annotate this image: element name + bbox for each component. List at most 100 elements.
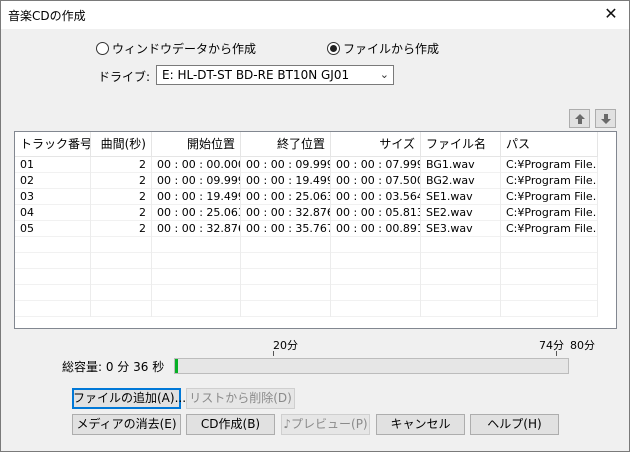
close-icon[interactable]: ✕ bbox=[601, 4, 621, 24]
cancel-button[interactable]: キャンセル bbox=[376, 414, 465, 435]
cell-start-position bbox=[152, 301, 241, 317]
cell-gap: 2 bbox=[91, 189, 152, 205]
cell-path: C:¥Program File... bbox=[501, 189, 598, 205]
erase-media-button[interactable]: メディアの消去(E) bbox=[72, 414, 181, 435]
cell-track-number bbox=[15, 285, 91, 301]
remove-from-list-button[interactable]: リストから削除(D) bbox=[186, 388, 295, 409]
table-row[interactable]: 05 2 00 : 00 : 32.876 00 : 00 : 35.767 00 : … bbox=[15, 221, 598, 237]
column-header-track[interactable]: トラック番号 bbox=[15, 132, 91, 157]
cell-file-name bbox=[421, 253, 501, 269]
column-header-end[interactable]: 終了位置 bbox=[241, 132, 331, 157]
capacity-bar bbox=[174, 358, 569, 374]
cell-start-position: 00 : 00 : 19.499 bbox=[152, 189, 241, 205]
cell-start-position bbox=[152, 269, 241, 285]
cell-file-name: BG2.wav bbox=[421, 173, 501, 189]
cell-track-number bbox=[15, 237, 91, 253]
drive-select[interactable]: E: HL-DT-ST BD-RE BT10N GJ01 ⌄ bbox=[156, 65, 394, 85]
column-header-size[interactable]: サイズ bbox=[331, 132, 421, 157]
cell-start-position bbox=[152, 285, 241, 301]
cell-track-number: 05 bbox=[15, 221, 91, 237]
arrow-up-icon bbox=[574, 113, 585, 124]
cell-gap bbox=[91, 237, 152, 253]
track-list-header: トラック番号 曲間(秒) 開始位置 終了位置 サイズ ファイル名 パス bbox=[15, 132, 598, 157]
cell-end-position: 00 : 00 : 09.999 bbox=[241, 157, 331, 173]
scale-label-20: 20分 bbox=[273, 339, 298, 352]
cell-size: 00 : 00 : 05.813 bbox=[331, 205, 421, 221]
cell-start-position: 00 : 00 : 00.000 bbox=[152, 157, 241, 173]
cell-end-position: 00 : 00 : 32.876 bbox=[241, 205, 331, 221]
radio-checked-icon[interactable] bbox=[327, 41, 340, 55]
cell-file-name: BG1.wav bbox=[421, 157, 501, 173]
cell-start-position: 00 : 00 : 25.063 bbox=[152, 205, 241, 221]
cell-end-position bbox=[241, 269, 331, 285]
move-down-button[interactable] bbox=[595, 109, 616, 128]
cell-size: 00 : 00 : 00.891 bbox=[331, 221, 421, 237]
cell-track-number: 02 bbox=[15, 173, 91, 189]
cell-file-name: SE3.wav bbox=[421, 221, 501, 237]
radio-window-data-label: ウィンドウデータから作成 bbox=[112, 41, 257, 56]
cell-gap: 2 bbox=[91, 173, 152, 189]
cell-gap bbox=[91, 269, 152, 285]
radio-window-data[interactable]: ウィンドウデータから作成 bbox=[96, 40, 256, 56]
scale-label-80: 80分 bbox=[570, 339, 595, 352]
cell-path: C:¥Program File... bbox=[501, 221, 598, 237]
table-row bbox=[15, 269, 598, 285]
column-header-gap[interactable]: 曲間(秒) bbox=[91, 132, 152, 157]
table-row bbox=[15, 237, 598, 253]
table-row[interactable]: 01 2 00 : 00 : 00.000 00 : 00 : 09.999 00 : … bbox=[15, 157, 598, 173]
help-button[interactable]: ヘルプ(H) bbox=[470, 414, 559, 435]
cell-path bbox=[501, 269, 598, 285]
radio-unchecked-icon[interactable] bbox=[96, 41, 109, 55]
cell-path: C:¥Program File... bbox=[501, 205, 598, 221]
radio-file[interactable]: ファイルから作成 bbox=[327, 40, 439, 56]
window-title: 音楽CDの作成 bbox=[8, 9, 86, 23]
create-cd-button[interactable]: CD作成(B) bbox=[186, 414, 275, 435]
add-file-button[interactable]: ファイルの追加(A)... bbox=[72, 388, 186, 409]
cell-file-name bbox=[421, 269, 501, 285]
cell-track-number bbox=[15, 253, 91, 269]
cell-file-name bbox=[421, 237, 501, 253]
cell-file-name bbox=[421, 285, 501, 301]
cell-end-position bbox=[241, 253, 331, 269]
preview-button[interactable]: ♪プレビュー(P) bbox=[281, 414, 370, 435]
column-header-start[interactable]: 開始位置 bbox=[152, 132, 241, 157]
table-row[interactable]: 03 2 00 : 00 : 19.499 00 : 00 : 25.063 00 : … bbox=[15, 189, 598, 205]
cell-size: 00 : 00 : 07.999 bbox=[331, 157, 421, 173]
cell-path bbox=[501, 253, 598, 269]
cell-end-position bbox=[241, 237, 331, 253]
radio-file-label: ファイルから作成 bbox=[343, 41, 440, 56]
cell-gap bbox=[91, 253, 152, 269]
cell-end-position: 00 : 00 : 25.063 bbox=[241, 189, 331, 205]
scale-tick-20 bbox=[273, 351, 274, 356]
cell-size bbox=[331, 301, 421, 317]
cell-start-position bbox=[152, 237, 241, 253]
cell-file-name: SE1.wav bbox=[421, 189, 501, 205]
table-row bbox=[15, 253, 598, 269]
cell-size: 00 : 00 : 03.564 bbox=[331, 189, 421, 205]
column-header-path[interactable]: パス bbox=[501, 132, 598, 157]
cell-gap bbox=[91, 301, 152, 317]
create-music-cd-dialog: 音楽CDの作成 ✕ ウィンドウデータから作成 ファイルから作成 ドライブ: E:… bbox=[0, 0, 630, 452]
cell-gap: 2 bbox=[91, 205, 152, 221]
cell-start-position bbox=[152, 253, 241, 269]
cell-size: 00 : 00 : 07.500 bbox=[331, 173, 421, 189]
table-row[interactable]: 04 2 00 : 00 : 25.063 00 : 00 : 32.876 00 : … bbox=[15, 205, 598, 221]
scale-label-74: 74分 bbox=[539, 339, 564, 352]
drive-value: E: HL-DT-ST BD-RE BT10N GJ01 bbox=[162, 68, 350, 82]
capacity-bar-fill bbox=[175, 359, 178, 373]
cell-end-position bbox=[241, 285, 331, 301]
cell-file-name: SE2.wav bbox=[421, 205, 501, 221]
cell-track-number bbox=[15, 301, 91, 317]
column-header-filename[interactable]: ファイル名 bbox=[421, 132, 501, 157]
arrow-down-icon bbox=[600, 113, 611, 124]
cell-track-number: 03 bbox=[15, 189, 91, 205]
cell-size bbox=[331, 269, 421, 285]
cell-path bbox=[501, 285, 598, 301]
chevron-down-icon[interactable]: ⌄ bbox=[380, 66, 389, 84]
cell-size bbox=[331, 253, 421, 269]
track-list[interactable]: トラック番号 曲間(秒) 開始位置 終了位置 サイズ ファイル名 パス 01 2 0… bbox=[14, 131, 617, 329]
move-up-button[interactable] bbox=[569, 109, 590, 128]
cell-start-position: 00 : 00 : 32.876 bbox=[152, 221, 241, 237]
title-bar: 音楽CDの作成 ✕ bbox=[1, 1, 629, 29]
table-row[interactable]: 02 2 00 : 00 : 09.999 00 : 00 : 19.499 00 : … bbox=[15, 173, 598, 189]
